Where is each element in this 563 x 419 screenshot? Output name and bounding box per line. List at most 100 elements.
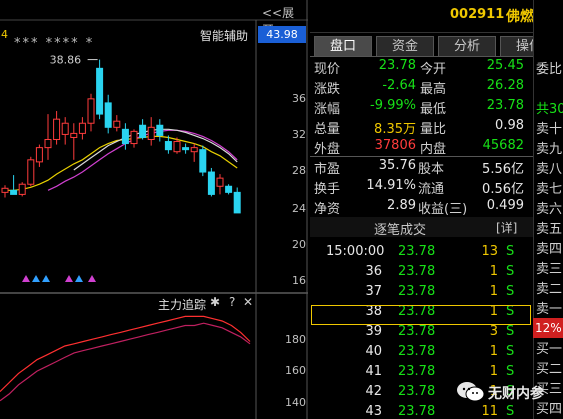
- quote-tabs: 盘口 资金 分析 操作: [310, 36, 563, 56]
- tick-price: 23.78: [398, 324, 436, 339]
- candle-body: [104, 102, 112, 128]
- order-ratio-badge: 12%: [533, 318, 563, 338]
- tick-volume: 1: [489, 264, 498, 279]
- candle: [78, 117, 86, 140]
- candle: [18, 182, 26, 197]
- stat-value: 23.78: [486, 98, 524, 113]
- candle-body: [130, 130, 138, 145]
- stat-label: 外盘: [314, 142, 341, 157]
- stat-value: 45682: [482, 138, 524, 153]
- book-level-label: 卖八: [536, 162, 563, 177]
- candle-body: [225, 185, 233, 193]
- book-level-label: 卖六: [536, 202, 563, 217]
- stat-value: -2.64: [382, 78, 416, 93]
- quote-row: 现价 23.78 今开 25.45: [310, 58, 563, 78]
- tick-list-header: 逐笔成交 [详]: [310, 217, 533, 238]
- y-tick: 16: [292, 274, 306, 287]
- y-tick: 28: [292, 164, 306, 177]
- tab-funds[interactable]: 资金: [376, 36, 434, 56]
- tick-price: 23.78: [398, 344, 436, 359]
- candle-body: [164, 141, 172, 151]
- tick-side: S: [506, 344, 515, 359]
- candle-body: [96, 67, 104, 115]
- indicator-title[interactable]: 主力追踪: [158, 296, 206, 313]
- candle: [87, 93, 95, 132]
- candle: [233, 187, 241, 214]
- book-level-label: 卖五: [536, 222, 563, 237]
- tick-side: S: [506, 284, 515, 299]
- book-level-label: 卖九: [536, 142, 563, 157]
- tab-analysis[interactable]: 分析: [438, 36, 496, 56]
- stat-label: 最高: [420, 82, 447, 97]
- candle-body: [207, 171, 215, 195]
- tick-volume: 1: [489, 364, 498, 379]
- candle-body: [61, 122, 69, 135]
- stat-value: 2.89: [387, 198, 416, 213]
- stat-value: 26.28: [486, 78, 524, 93]
- candle: [104, 94, 112, 134]
- book-level-label: 卖三: [536, 262, 563, 277]
- book-level-label: 买一: [536, 342, 563, 357]
- tick-row[interactable]: 15:00:00 23.78 13 S: [310, 244, 533, 266]
- stat-label: 换手: [314, 182, 341, 197]
- sub-y-tick: 180: [285, 333, 306, 346]
- signal-marker: [75, 275, 83, 282]
- tick-volume: 1: [489, 284, 498, 299]
- tick-selection-highlight: [311, 305, 531, 325]
- quote-row: 涨跌 -2.64 最高 26.28: [310, 78, 563, 98]
- book-level-label: 卖一: [536, 302, 563, 317]
- candle: [61, 117, 69, 145]
- candle: [216, 174, 224, 195]
- candle-body: [139, 124, 147, 138]
- candle-body: [147, 126, 155, 141]
- tick-row[interactable]: 40 23.78 1 S: [310, 344, 533, 366]
- quote-row: 涨幅 -9.99% 最低 23.78: [310, 98, 563, 118]
- candle-body: [1, 187, 9, 193]
- sub-y-tick: 140: [285, 396, 306, 409]
- candle-body: [10, 189, 18, 195]
- tick-time: 41: [365, 364, 382, 379]
- gear-icon[interactable]: ✱: [210, 295, 220, 309]
- candle: [35, 144, 43, 167]
- order-book-strip[interactable]: 委比 共30 卖十 卖九 卖八 卖七 卖六 卖五 卖四 卖三 卖二 卖一 买一 买二 买三 买四: [533, 0, 563, 419]
- y-tick: 32: [292, 128, 306, 141]
- tick-price: 23.78: [398, 364, 436, 379]
- stat-value: 25.45: [486, 58, 524, 73]
- indicator-line: [0, 322, 251, 402]
- stock-header: 002911 佛燃股份: [310, 0, 563, 32]
- candle: [27, 156, 35, 187]
- detail-button[interactable]: [详]: [496, 219, 517, 236]
- help-icon[interactable]: ?: [229, 295, 235, 309]
- stat-label: 净资: [314, 202, 341, 217]
- candle: [225, 184, 233, 195]
- book-level-label: 卖十: [536, 122, 563, 137]
- tick-time: 40: [365, 344, 382, 359]
- stat-label: 涨跌: [314, 82, 341, 97]
- kline-chart-pane[interactable]: 4 <<展开 智能辅助 43.98 *** **** * 38.86 36 32…: [0, 0, 308, 419]
- wechat-icon: [457, 382, 485, 402]
- tick-time: 37: [365, 284, 382, 299]
- fundamental-row: 净资 2.89 收益(三) 0.499: [310, 198, 563, 218]
- tick-price: 23.78: [398, 264, 436, 279]
- tick-time: 15:00:00: [326, 244, 385, 259]
- stat-value: 0.499: [486, 198, 524, 213]
- watermark: 无财内参: [456, 378, 556, 408]
- candle-body: [27, 159, 35, 185]
- signal-marker: [42, 275, 50, 282]
- watermark-text: 无财内参: [488, 386, 544, 402]
- candle-body: [35, 147, 43, 163]
- close-icon[interactable]: ✕: [243, 295, 253, 309]
- candle: [44, 114, 52, 160]
- tick-price: 23.78: [398, 384, 436, 399]
- candle-body: [53, 118, 61, 140]
- quote-row: 总量 8.35万 量比 0.98: [310, 118, 563, 138]
- tab-orderbook[interactable]: 盘口: [314, 36, 372, 56]
- tick-row[interactable]: 37 23.78 1 S: [310, 284, 533, 306]
- book-level-label: 买二: [536, 362, 563, 377]
- tick-row[interactable]: 36 23.78 1 S: [310, 264, 533, 286]
- candle: [207, 167, 215, 197]
- tick-side: S: [506, 324, 515, 339]
- tick-row[interactable]: 39 23.78 3 S: [310, 324, 533, 346]
- kline-canvas[interactable]: 38.86: [0, 0, 308, 419]
- candle: [1, 185, 9, 198]
